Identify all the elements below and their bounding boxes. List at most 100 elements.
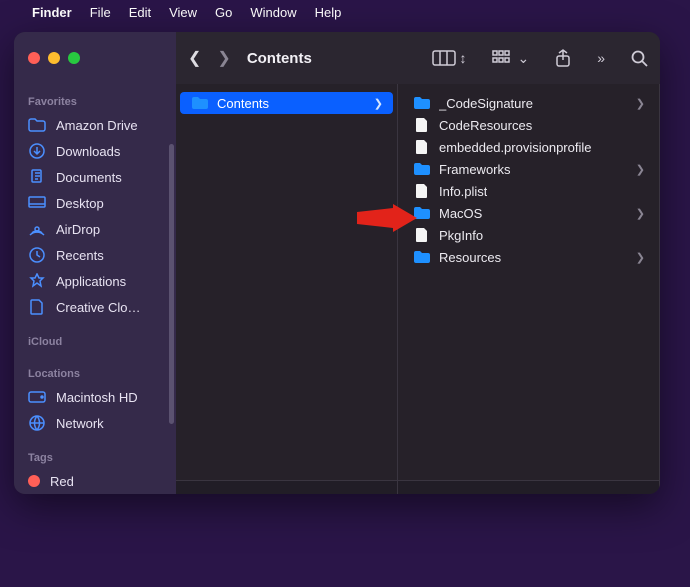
chevron-right-icon: ❯ — [636, 163, 645, 176]
sidebar-item-tag-red[interactable]: Red — [14, 468, 176, 494]
recents-icon — [28, 246, 46, 264]
sidebar-section-label: Locations — [14, 362, 176, 384]
sidebar-item-label: Network — [56, 416, 104, 431]
group-by-icon[interactable]: ⌄ — [492, 50, 529, 67]
toolbar: ❮ ❯ Contents ↕ ⌄ » — [176, 32, 660, 84]
file-icon — [414, 183, 430, 199]
sidebar-item-creative-cloud[interactable]: Creative Clo… — [14, 294, 176, 320]
macos-menubar: Finder File Edit View Go Window Help — [0, 0, 690, 24]
titlebar: ❮ ❯ Contents ↕ ⌄ » — [14, 32, 660, 84]
menubar-item[interactable]: Help — [315, 5, 342, 20]
file-row[interactable]: Resources ❯ — [402, 246, 655, 268]
file-label: Frameworks — [439, 162, 511, 177]
sidebar-item-label: Red — [50, 474, 74, 489]
horizontal-scrollbar[interactable] — [398, 480, 659, 494]
close-button[interactable] — [28, 52, 40, 64]
sidebar-item-label: Recents — [56, 248, 104, 263]
file-label: Resources — [439, 250, 501, 265]
file-label: PkgInfo — [439, 228, 483, 243]
documents-icon — [28, 168, 46, 186]
sidebar-item-network[interactable]: Network — [14, 410, 176, 436]
finder-window: ❮ ❯ Contents ↕ ⌄ » — [14, 32, 660, 494]
menubar-item[interactable]: Edit — [129, 5, 151, 20]
file-row[interactable]: _CodeSignature ❯ — [402, 92, 655, 114]
file-icon — [414, 117, 430, 133]
traffic-lights — [14, 32, 176, 84]
zoom-button[interactable] — [68, 52, 80, 64]
sidebar-item-label: AirDrop — [56, 222, 100, 237]
folder-icon — [192, 95, 208, 111]
horizontal-scrollbar[interactable] — [176, 480, 397, 494]
folder-icon — [414, 95, 430, 111]
minimize-button[interactable] — [48, 52, 60, 64]
sidebar-item-label: Amazon Drive — [56, 118, 138, 133]
toolbar-group: ↕ ⌄ » — [432, 49, 648, 67]
menubar-item[interactable]: Go — [215, 5, 232, 20]
sidebar-item-downloads[interactable]: Downloads — [14, 138, 176, 164]
updown-icon: ↕ — [459, 50, 466, 66]
file-row[interactable]: CodeResources — [402, 114, 655, 136]
sidebar-item-macintosh-hd[interactable]: Macintosh HD — [14, 384, 176, 410]
menubar-item[interactable]: File — [90, 5, 111, 20]
desktop-icon — [28, 194, 46, 212]
chevron-right-icon: ❯ — [636, 97, 645, 110]
file-label: Info.plist — [439, 184, 487, 199]
sidebar-item-label: Macintosh HD — [56, 390, 138, 405]
download-icon — [28, 142, 46, 160]
sidebar-item-airdrop[interactable]: AirDrop — [14, 216, 176, 242]
column-view-icon[interactable]: ↕ — [432, 50, 466, 66]
column-2: _CodeSignature ❯ CodeResources embedded.p… — [398, 84, 660, 494]
sidebar-item-label: Downloads — [56, 144, 120, 159]
sidebar-scrollbar[interactable] — [169, 144, 174, 424]
file-row[interactable]: PkgInfo — [402, 224, 655, 246]
menubar-item[interactable]: Window — [250, 5, 296, 20]
file-row[interactable]: Frameworks ❯ — [402, 158, 655, 180]
file-icon — [414, 227, 430, 243]
tag-dot-icon — [28, 475, 40, 487]
search-icon[interactable] — [631, 50, 648, 67]
folder-icon — [28, 116, 46, 134]
sidebar-item-applications[interactable]: Applications — [14, 268, 176, 294]
file-label: CodeResources — [439, 118, 532, 133]
file-row[interactable]: MacOS ❯ — [402, 202, 655, 224]
file-row[interactable]: embedded.provisionprofile — [402, 136, 655, 158]
file-label: embedded.provisionprofile — [439, 140, 591, 155]
back-button[interactable]: ❮ — [188, 48, 201, 68]
file-label: Contents — [217, 96, 269, 111]
column-view: Contents ❯ _CodeSignature ❯ CodeResources… — [176, 84, 660, 494]
file-label: MacOS — [439, 206, 482, 221]
sidebar-item-label: Documents — [56, 170, 122, 185]
column-1: Contents ❯ — [176, 84, 398, 494]
share-icon[interactable] — [555, 49, 571, 67]
chevron-right-icon: ❯ — [636, 251, 645, 264]
nav-arrows: ❮ ❯ — [188, 48, 231, 68]
sidebar-section-label: Tags — [14, 446, 176, 468]
folder-icon — [414, 205, 430, 221]
disk-icon — [28, 388, 46, 406]
file-icon — [414, 139, 430, 155]
sidebar-item-recents[interactable]: Recents — [14, 242, 176, 268]
toolbar-overflow-icon[interactable]: » — [597, 50, 605, 66]
chevron-right-icon: ❯ — [636, 207, 645, 220]
network-icon — [28, 414, 46, 432]
file-label: _CodeSignature — [439, 96, 533, 111]
sidebar-item-label: Desktop — [56, 196, 104, 211]
chevron-right-icon: ❯ — [374, 97, 383, 110]
window-title: Contents — [247, 50, 312, 67]
sidebar: Favorites Amazon Drive Downloads Documen… — [14, 84, 176, 494]
sidebar-item-documents[interactable]: Documents — [14, 164, 176, 190]
menubar-item[interactable]: View — [169, 5, 197, 20]
file-row-info-plist[interactable]: Info.plist — [402, 180, 655, 202]
sidebar-item-amazon-drive[interactable]: Amazon Drive — [14, 112, 176, 138]
menubar-app-name[interactable]: Finder — [32, 5, 72, 20]
sidebar-section-label: iCloud — [14, 330, 176, 352]
sidebar-item-label: Applications — [56, 274, 126, 289]
sidebar-item-label: Creative Clo… — [56, 300, 141, 315]
file-row-contents[interactable]: Contents ❯ — [180, 92, 393, 114]
sidebar-section-label: Favorites — [14, 90, 176, 112]
folder-icon — [414, 249, 430, 265]
applications-icon — [28, 272, 46, 290]
folder-icon — [414, 161, 430, 177]
airdrop-icon — [28, 220, 46, 238]
sidebar-item-desktop[interactable]: Desktop — [14, 190, 176, 216]
